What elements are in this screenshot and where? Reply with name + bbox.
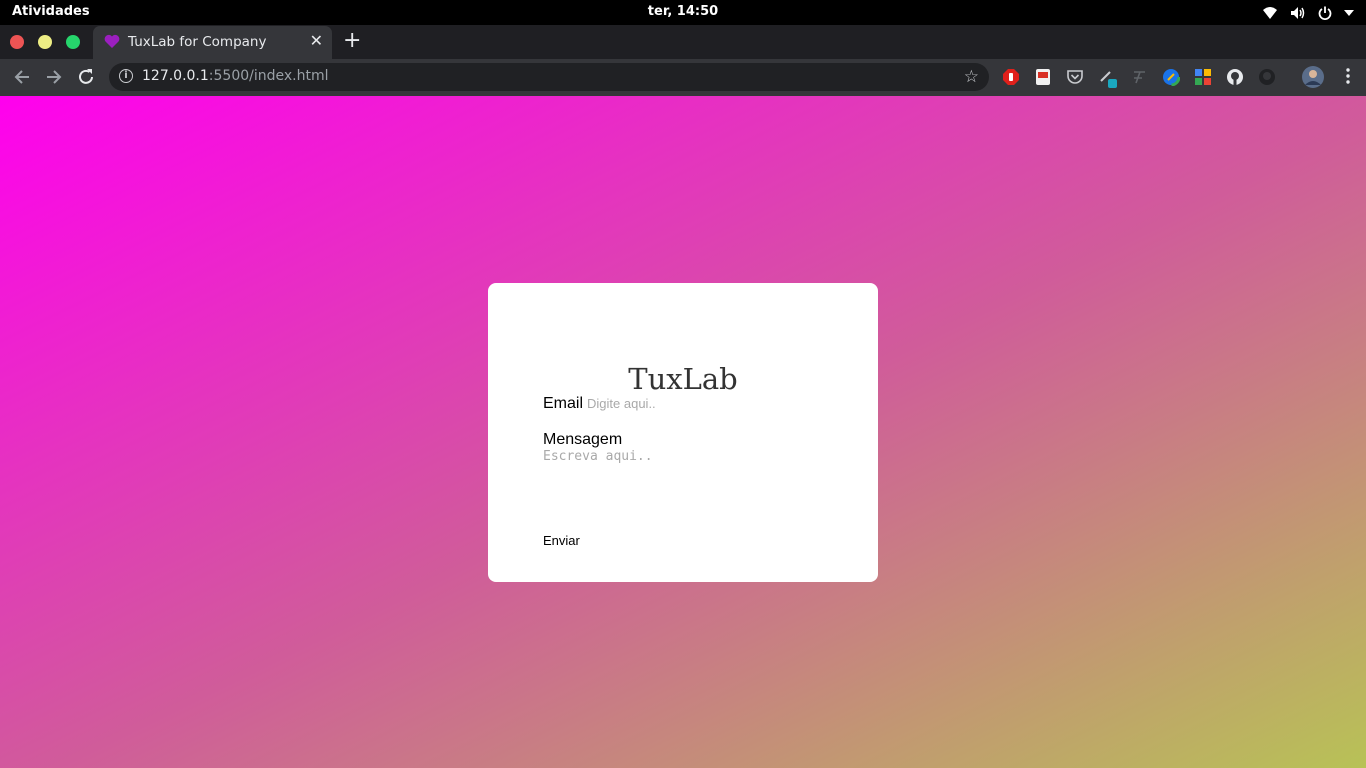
purple-heart-icon — [104, 34, 120, 53]
github-dark-icon[interactable] — [1258, 68, 1276, 86]
power-icon[interactable] — [1318, 6, 1332, 20]
email-label: Email — [543, 395, 584, 412]
reload-icon[interactable] — [77, 68, 95, 90]
message-label: Mensagem — [543, 431, 623, 448]
github-icon[interactable] — [1226, 68, 1244, 86]
browser-toolbar: i 127.0.0.1:5500/index.html ☆ — [0, 59, 1366, 96]
address-bar[interactable]: i 127.0.0.1:5500/index.html ☆ — [109, 63, 989, 91]
adblock-icon[interactable] — [1002, 68, 1020, 86]
clock[interactable]: ter, 14:50 — [0, 4, 1366, 19]
email-row: Email — [543, 395, 788, 413]
profile-avatar[interactable] — [1302, 66, 1324, 88]
font-icon[interactable] — [1130, 68, 1148, 86]
message-field[interactable] — [543, 449, 803, 509]
window-close-button[interactable] — [10, 35, 24, 49]
volume-icon[interactable] — [1290, 6, 1306, 20]
color-picker-icon[interactable] — [1098, 68, 1117, 88]
wifi-icon[interactable] — [1262, 6, 1278, 20]
close-tab-icon[interactable]: ✕ — [310, 32, 323, 50]
chevron-down-icon[interactable] — [1344, 9, 1354, 17]
speedtest-icon[interactable] — [1161, 67, 1181, 87]
tab-title: TuxLab for Company — [128, 34, 267, 50]
url-text[interactable]: 127.0.0.1:5500/index.html — [142, 68, 329, 84]
info-icon[interactable]: i — [119, 69, 133, 83]
grid-app-icon[interactable] — [1194, 68, 1212, 86]
system-top-bar: Atividades ter, 14:50 — [0, 0, 1366, 25]
pdf-icon[interactable] — [1034, 68, 1052, 86]
send-button[interactable]: Enviar — [543, 533, 580, 548]
bookmark-star-icon[interactable]: ☆ — [964, 67, 979, 87]
email-field[interactable] — [587, 396, 788, 411]
tab-tuxlab[interactable]: TuxLab for Company ✕ — [93, 26, 332, 59]
forward-arrow-icon[interactable] — [45, 68, 63, 90]
new-tab-button[interactable]: + — [343, 29, 361, 53]
window-minimize-button[interactable] — [38, 35, 52, 49]
tab-strip: TuxLab for Company ✕ + — [0, 25, 1366, 59]
contact-form-card: TuxLab Email Mensagem Enviar — [488, 283, 878, 582]
brand-title: TuxLab — [628, 362, 738, 396]
window-maximize-button[interactable] — [66, 35, 80, 49]
back-arrow-icon[interactable] — [13, 68, 31, 90]
pocket-icon[interactable] — [1066, 68, 1084, 86]
page-background: TuxLab Email Mensagem Enviar — [0, 96, 1366, 768]
system-tray[interactable] — [1262, 3, 1354, 22]
browser-menu-icon[interactable] — [1346, 68, 1350, 88]
